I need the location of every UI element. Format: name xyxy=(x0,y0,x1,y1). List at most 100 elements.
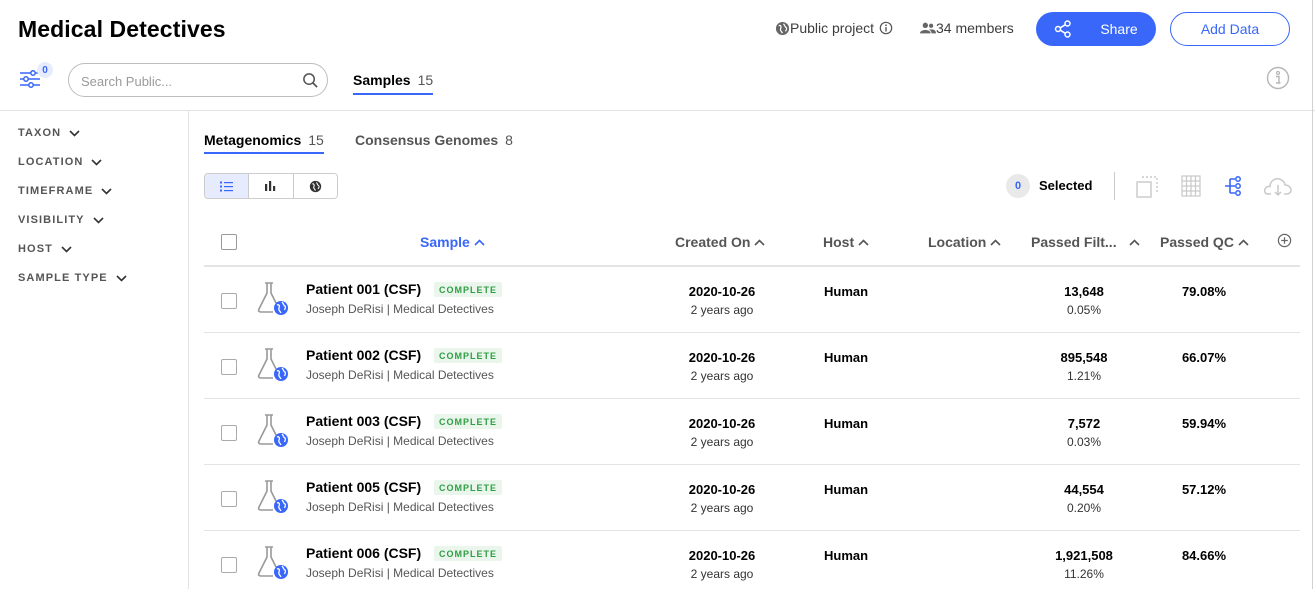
filter-host[interactable]: HOST xyxy=(18,243,72,255)
selected-count-badge: 0 xyxy=(1006,174,1030,198)
chevron-up-icon xyxy=(990,238,1001,246)
host-value: Human xyxy=(824,416,869,431)
filter-count-badge: 0 xyxy=(37,62,53,78)
globe-icon xyxy=(775,21,790,35)
created-date: 2020-10-26 xyxy=(688,416,756,431)
share-button[interactable]: Share xyxy=(1036,12,1156,46)
visibility-indicator[interactable]: Public project xyxy=(775,20,893,36)
passed-qc-value: 66.07% xyxy=(1181,350,1227,365)
download-cloud-icon[interactable] xyxy=(1263,175,1293,197)
table-row[interactable]: Patient 002 (CSF) COMPLETE Joseph DeRisi… xyxy=(204,333,1300,399)
chevron-down-icon xyxy=(116,274,127,282)
table-row[interactable]: Patient 005 (CSF) COMPLETE Joseph DeRisi… xyxy=(204,465,1300,531)
members-link[interactable]: 34 members xyxy=(920,20,1014,36)
row-checkbox[interactable] xyxy=(221,293,237,309)
members-icon xyxy=(920,22,936,34)
created-date: 2020-10-26 xyxy=(688,284,756,299)
filter-location-label: LOCATION xyxy=(18,156,84,168)
search-input[interactable] xyxy=(81,71,291,91)
chevron-up-icon xyxy=(1129,238,1140,246)
filter-location[interactable]: LOCATION xyxy=(18,156,103,168)
flask-icon xyxy=(257,348,288,381)
chevron-down-icon xyxy=(61,245,72,253)
filter-host-label: HOST xyxy=(18,243,53,255)
tab-samples-count: 15 xyxy=(417,72,434,88)
info-icon[interactable] xyxy=(879,21,893,35)
sample-name[interactable]: Patient 001 (CSF) xyxy=(306,281,421,297)
row-checkbox[interactable] xyxy=(221,557,237,573)
tab-consensus-genomes-count: 8 xyxy=(505,132,513,148)
tab-samples[interactable]: Samples 15 xyxy=(353,72,434,95)
tab-consensus-genomes-label: Consensus Genomes xyxy=(355,132,499,148)
sample-name[interactable]: Patient 002 (CSF) xyxy=(306,347,421,363)
chart-view-button[interactable] xyxy=(249,174,294,198)
search-box[interactable] xyxy=(68,63,328,97)
heatmap-icon[interactable] xyxy=(1181,175,1201,197)
status-badge: COMPLETE xyxy=(434,348,503,363)
table-row[interactable]: Patient 001 (CSF) COMPLETE Joseph DeRisi… xyxy=(204,267,1300,333)
host-value: Human xyxy=(824,284,869,299)
column-header-passed-qc[interactable]: Passed QC xyxy=(1160,234,1249,250)
column-header-sample-label: Sample xyxy=(420,234,470,250)
sample-name[interactable]: Patient 003 (CSF) xyxy=(306,413,421,429)
column-header-passed-filters[interactable]: Passed Filt... xyxy=(1031,234,1140,250)
passed-qc-value: 79.08% xyxy=(1181,284,1227,299)
filter-taxon[interactable]: TAXON xyxy=(18,127,80,139)
selected-label: Selected xyxy=(1039,178,1093,193)
row-checkbox[interactable] xyxy=(221,425,237,441)
column-header-host-label: Host xyxy=(823,234,855,250)
column-header-location[interactable]: Location xyxy=(928,234,1001,250)
phylo-tree-icon[interactable] xyxy=(1223,175,1243,197)
search-icon[interactable] xyxy=(302,72,319,89)
filter-taxon-label: TAXON xyxy=(18,127,62,139)
map-view-button[interactable] xyxy=(293,174,337,198)
add-data-button[interactable]: Add Data xyxy=(1170,12,1290,46)
created-ago: 2 years ago xyxy=(690,369,754,383)
passed-filters-percent: 1.21% xyxy=(1066,369,1102,383)
status-badge: COMPLETE xyxy=(434,414,503,429)
chart-view-icon xyxy=(265,181,276,191)
column-header-sample[interactable]: Sample xyxy=(420,234,485,250)
sample-name[interactable]: Patient 006 (CSF) xyxy=(306,545,421,561)
created-date: 2020-10-26 xyxy=(688,482,756,497)
passed-filters-value: 44,554 xyxy=(1064,482,1104,497)
created-ago: 2 years ago xyxy=(690,303,754,317)
flask-icon xyxy=(257,480,288,513)
sample-owner: Joseph DeRisi | Medical Detectives xyxy=(306,566,494,580)
select-bulk-icon[interactable] xyxy=(1135,175,1159,199)
view-switcher xyxy=(204,173,338,199)
passed-filters-percent: 0.03% xyxy=(1066,435,1102,449)
filter-visibility[interactable]: VISIBILITY xyxy=(18,214,104,226)
tab-consensus-genomes[interactable]: Consensus Genomes 8 xyxy=(355,132,513,152)
passed-qc-value: 84.66% xyxy=(1181,548,1227,563)
filter-sidebar: TAXON LOCATION TIMEFRAME VISIBILITY HOST… xyxy=(0,111,189,589)
row-checkbox[interactable] xyxy=(221,491,237,507)
table-row[interactable]: Patient 006 (CSF) COMPLETE Joseph DeRisi… xyxy=(204,531,1300,589)
created-date: 2020-10-26 xyxy=(688,350,756,365)
filter-toggle-button[interactable]: 0 xyxy=(19,62,59,92)
host-value: Human xyxy=(824,548,869,563)
status-badge: COMPLETE xyxy=(434,282,503,297)
filter-timeframe[interactable]: TIMEFRAME xyxy=(18,185,112,197)
filter-timeframe-label: TIMEFRAME xyxy=(18,185,94,197)
tab-metagenomics[interactable]: Metagenomics 15 xyxy=(204,132,324,154)
passed-filters-value: 13,648 xyxy=(1064,284,1104,299)
tab-metagenomics-label: Metagenomics xyxy=(204,132,302,148)
tab-metagenomics-count: 15 xyxy=(308,132,324,148)
list-view-button[interactable] xyxy=(205,174,250,198)
add-column-icon[interactable] xyxy=(1277,233,1292,248)
sample-name[interactable]: Patient 005 (CSF) xyxy=(306,479,421,495)
visibility-label: Public project xyxy=(790,20,875,36)
info-icon[interactable] xyxy=(1266,66,1290,90)
filter-sample-type[interactable]: SAMPLE TYPE xyxy=(18,272,127,284)
table-row[interactable]: Patient 003 (CSF) COMPLETE Joseph DeRisi… xyxy=(204,399,1300,465)
select-all-checkbox[interactable] xyxy=(221,234,237,250)
column-header-created-on[interactable]: Created On xyxy=(675,234,766,250)
passed-filters-value: 1,921,508 xyxy=(1055,548,1113,563)
row-checkbox[interactable] xyxy=(221,359,237,375)
chevron-down-icon xyxy=(69,129,80,137)
column-header-host[interactable]: Host xyxy=(823,234,869,250)
passed-qc-value: 59.94% xyxy=(1181,416,1227,431)
chevron-down-icon xyxy=(91,158,103,166)
project-header: Medical Detectives Public project 34 mem… xyxy=(0,0,1315,111)
